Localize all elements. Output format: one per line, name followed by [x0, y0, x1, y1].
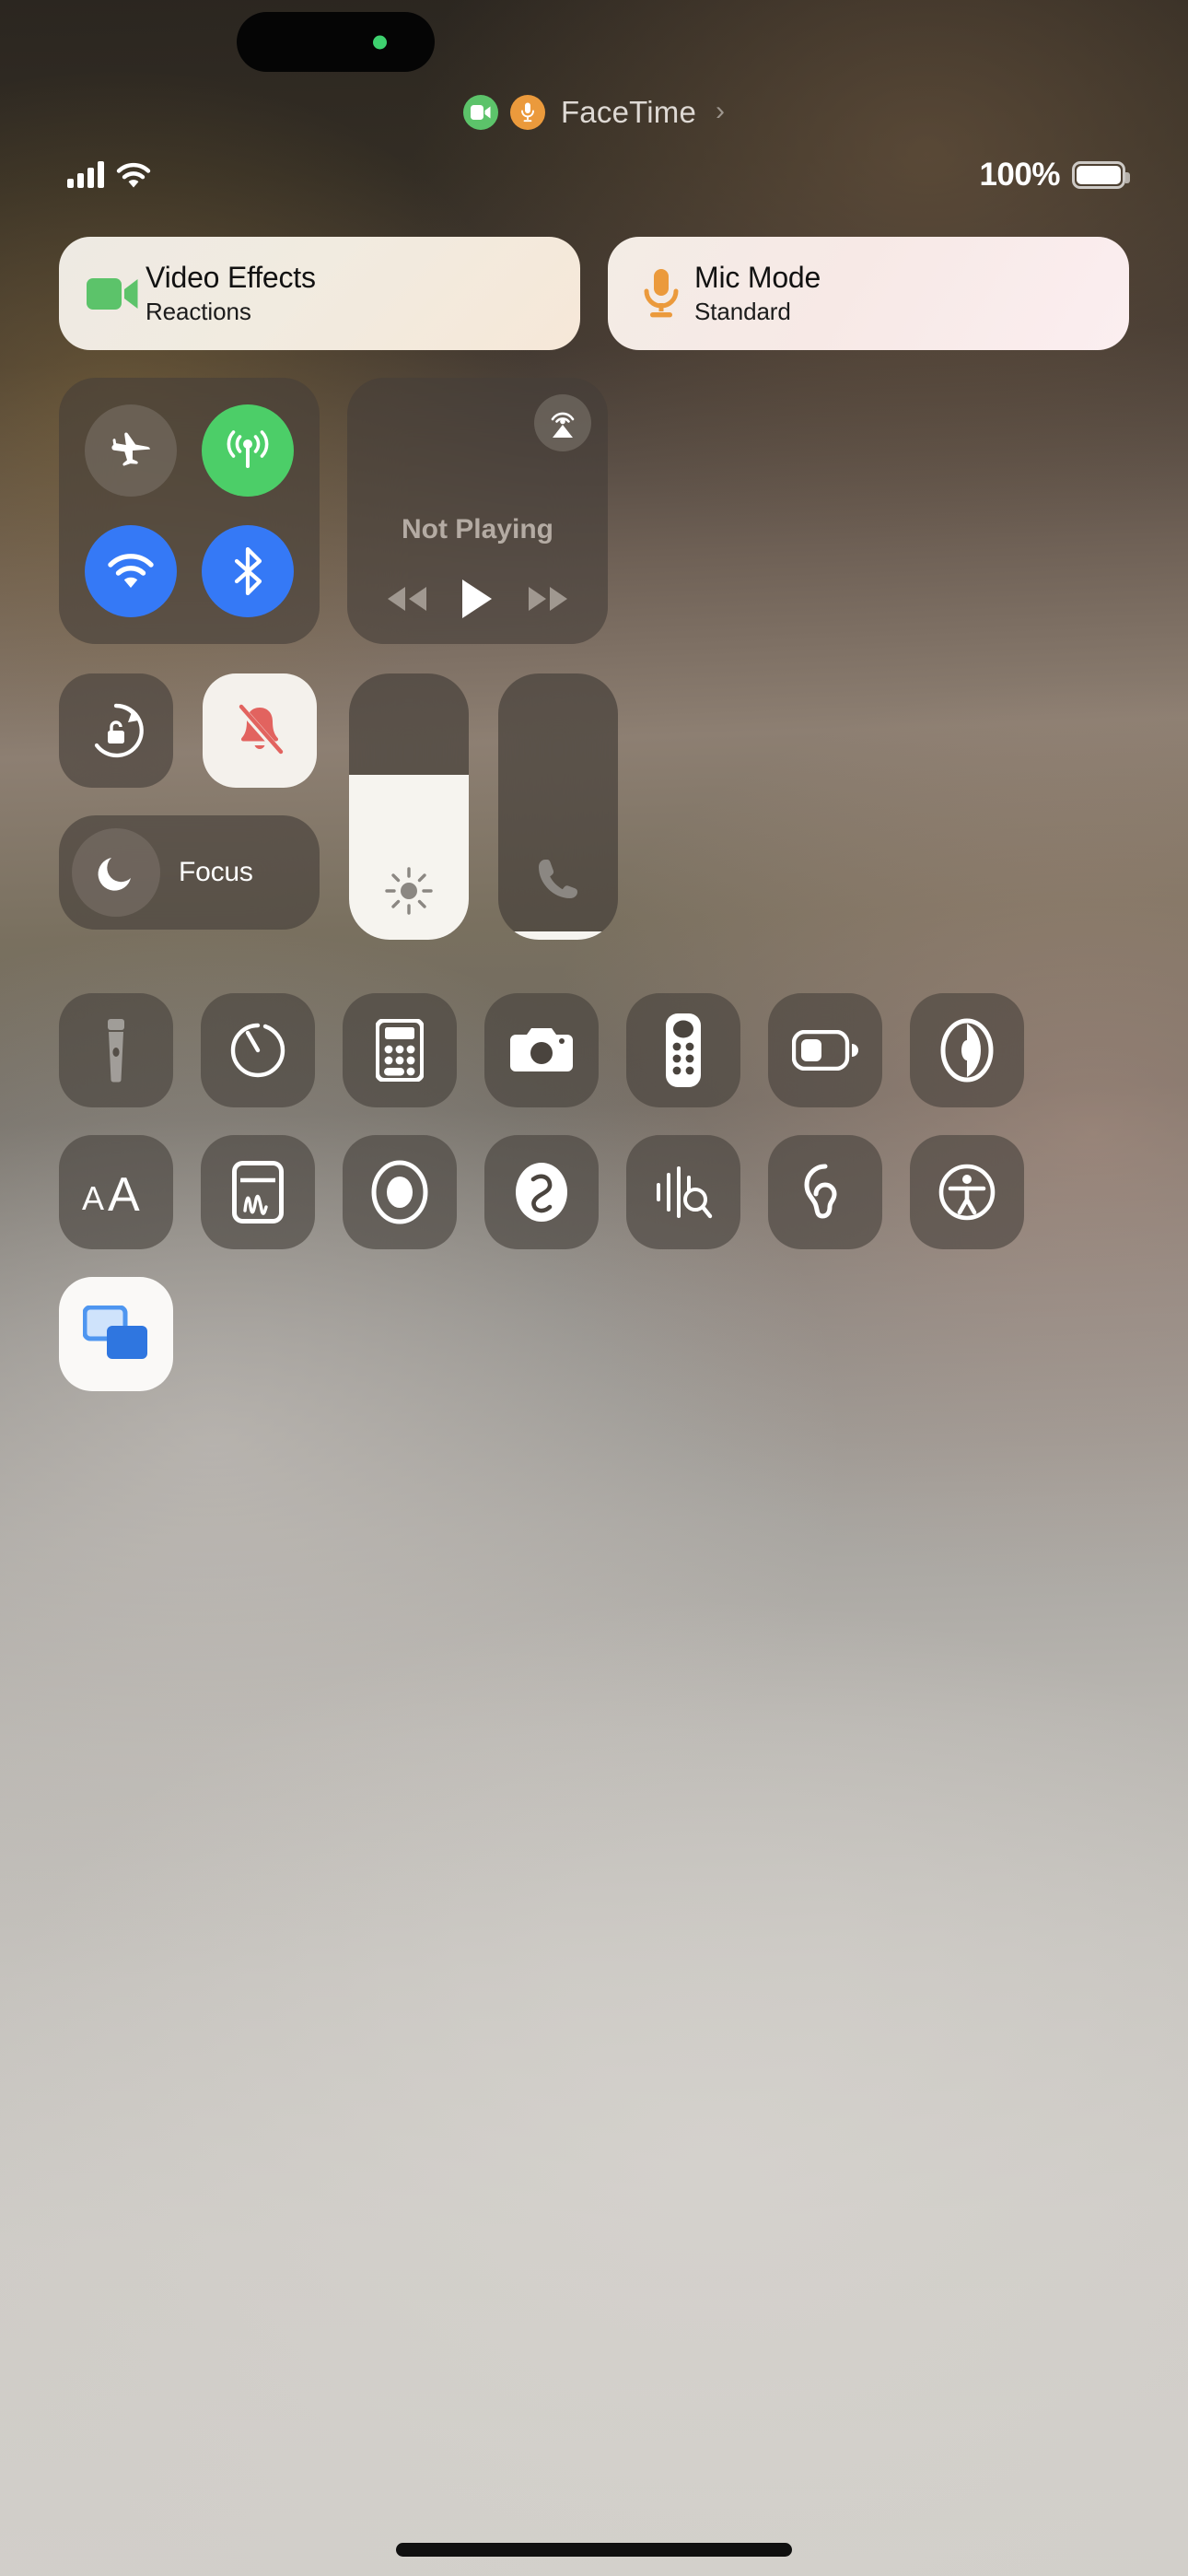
- play-icon[interactable]: [460, 578, 495, 620]
- facetime-app-label: FaceTime: [560, 95, 697, 129]
- chevron-right-icon[interactable]: ›: [716, 96, 725, 127]
- lock-silent-row: [59, 673, 320, 788]
- svg-text:A: A: [82, 1179, 104, 1217]
- video-camera-icon: [79, 276, 146, 311]
- camera-icon: [510, 1028, 573, 1071]
- text-size-icon: A A: [82, 1168, 140, 1217]
- bell-slash-icon: [237, 704, 284, 755]
- control-center-screen: FaceTime › 100% Video Effects Reactions …: [0, 0, 1188, 2576]
- battery-icon: [792, 1030, 858, 1071]
- sound-recognition-icon: [657, 1166, 713, 1219]
- sidebar-item-calculator[interactable]: [343, 993, 457, 1107]
- focus-label: Focus: [179, 857, 253, 887]
- sidebar-item-wifi[interactable]: [84, 524, 177, 617]
- volume-slider[interactable]: [498, 673, 618, 940]
- sidebar-item-apple-tv-remote[interactable]: [626, 993, 740, 1107]
- home-indicator-bar[interactable]: [396, 2543, 792, 2557]
- facetime-live-activity[interactable]: FaceTime ›: [0, 91, 1188, 134]
- status-bar: 100%: [0, 153, 1188, 205]
- quick-note-icon: [232, 1161, 284, 1224]
- toggles-sliders-row: Focus: [59, 673, 1129, 940]
- sidebar-item-sound-recognition[interactable]: [626, 1135, 740, 1249]
- call-controls-row: Video Effects Reactions Mic Mode Standar…: [59, 237, 1129, 350]
- sidebar-item-quick-note[interactable]: [201, 1135, 315, 1249]
- video-effects-title: Video Effects: [146, 261, 316, 294]
- battery-full-icon: [1072, 161, 1130, 189]
- wifi-icon: [108, 553, 154, 588]
- battery-percent-label: 100%: [979, 157, 1060, 193]
- media-transport-controls: [347, 578, 608, 620]
- sidebar-item-dark-mode[interactable]: [910, 993, 1024, 1107]
- svg-text:A: A: [108, 1168, 140, 1217]
- accessibility-icon: [938, 1164, 996, 1221]
- shazam-icon: [516, 1163, 567, 1222]
- connectivity-media-row: Not Playing: [59, 378, 1129, 644]
- video-camera-icon: [462, 95, 498, 130]
- tv-remote-icon: [666, 1013, 701, 1087]
- airplay-audio-icon[interactable]: [534, 394, 591, 451]
- microphone-icon: [509, 95, 545, 130]
- status-bar-right: 100%: [979, 157, 1130, 193]
- timer-icon: [230, 1023, 285, 1078]
- shortcuts-grid: A A: [59, 993, 1129, 1391]
- bluetooth-icon: [235, 546, 262, 595]
- brightness-slider[interactable]: [349, 673, 469, 940]
- media-player-module[interactable]: Not Playing: [347, 378, 608, 644]
- sidebar-item-hearing[interactable]: [768, 1135, 882, 1249]
- rotation-lock-icon: [94, 703, 144, 758]
- ear-icon: [804, 1164, 837, 1219]
- sidebar-item-screen-recording[interactable]: [343, 1135, 457, 1249]
- rewind-icon[interactable]: [385, 584, 429, 614]
- volume-slider-fill: [498, 931, 618, 940]
- sidebar-item-flashlight[interactable]: [59, 993, 173, 1107]
- sidebar-item-cellular-data[interactable]: [202, 404, 295, 498]
- cellular-bars-icon: [67, 160, 104, 188]
- sidebar-item-shazam[interactable]: [484, 1135, 599, 1249]
- dynamic-island[interactable]: [237, 12, 435, 72]
- video-effects-subtitle: Reactions: [146, 298, 251, 325]
- sidebar-item-screen-mirroring[interactable]: [59, 1277, 173, 1391]
- airplane-icon: [111, 432, 150, 466]
- sidebar-item-camera[interactable]: [484, 993, 599, 1107]
- media-status-label: Not Playing: [401, 514, 553, 544]
- sidebar-item-airplane-mode[interactable]: [84, 404, 177, 498]
- status-bar-left: [67, 160, 151, 188]
- sidebar-item-text-size[interactable]: A A: [59, 1135, 173, 1249]
- screen-mirroring-icon: [83, 1306, 147, 1359]
- sidebar-item-timer[interactable]: [201, 993, 315, 1107]
- sun-icon: [349, 866, 469, 916]
- phone-handset-icon: [498, 855, 618, 903]
- sidebar-item-focus[interactable]: Focus: [59, 815, 320, 930]
- sidebar-item-accessibility[interactable]: [910, 1135, 1024, 1249]
- wifi-icon: [116, 162, 151, 188]
- cellular-antenna-icon: [227, 430, 269, 469]
- sidebar-item-bluetooth[interactable]: [202, 524, 295, 617]
- sidebar-item-rotation-lock[interactable]: [59, 673, 173, 788]
- video-effects-text: Video Effects Reactions: [146, 261, 316, 326]
- sidebar-item-silent-mode[interactable]: [203, 673, 317, 788]
- mic-mode-text: Mic Mode Standard: [694, 261, 821, 326]
- mic-mode-title: Mic Mode: [694, 261, 821, 294]
- left-toggle-stack: Focus: [59, 673, 320, 940]
- sidebar-item-low-power-mode[interactable]: [768, 993, 882, 1107]
- control-center-body: Video Effects Reactions Mic Mode Standar…: [59, 237, 1129, 1391]
- screen-record-icon: [371, 1160, 428, 1224]
- moon-icon: [72, 828, 160, 917]
- microphone-icon: [628, 268, 694, 320]
- calculator-icon: [376, 1019, 424, 1082]
- dark-mode-icon: [940, 1018, 994, 1083]
- fast-forward-icon[interactable]: [526, 584, 570, 614]
- video-effects-card[interactable]: Video Effects Reactions: [59, 237, 580, 350]
- camera-active-dot-icon: [373, 35, 387, 49]
- battery-fill: [1077, 166, 1121, 184]
- connectivity-module: [59, 378, 320, 644]
- mic-mode-subtitle: Standard: [694, 298, 791, 325]
- flashlight-icon: [108, 1019, 124, 1083]
- mic-mode-card[interactable]: Mic Mode Standard: [608, 237, 1129, 350]
